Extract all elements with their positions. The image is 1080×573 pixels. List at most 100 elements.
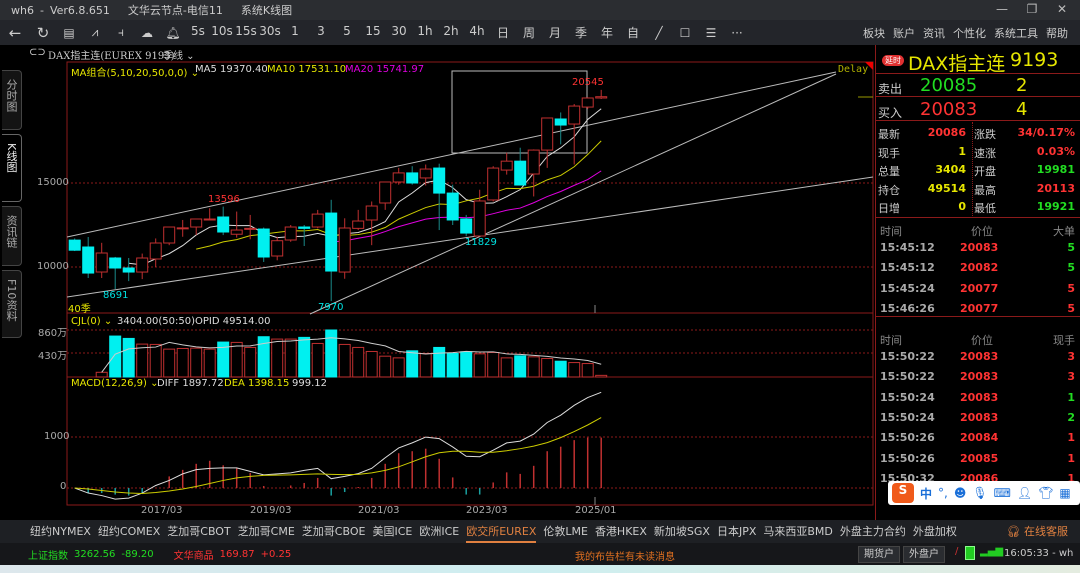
exchange-tab[interactable]: 芝加哥CBOT bbox=[167, 520, 230, 543]
online-support-button[interactable]: 🎧︎ 在线客服 bbox=[1007, 520, 1068, 543]
period-0[interactable]: 5s bbox=[186, 24, 210, 41]
period-1[interactable]: 10s bbox=[210, 24, 234, 41]
kline-chart[interactable] bbox=[23, 45, 875, 520]
exchange-tab[interactable]: 日本JPX bbox=[717, 520, 756, 543]
menu-item[interactable]: 个性化 bbox=[953, 25, 986, 41]
exchange-tab[interactable]: 欧洲ICE bbox=[419, 520, 459, 543]
candle-body bbox=[298, 226, 311, 229]
menu-item[interactable]: 账户 bbox=[893, 25, 915, 41]
exchange-tab[interactable]: 纽约COMEX bbox=[98, 520, 160, 543]
back-icon[interactable]: ← bbox=[0, 24, 30, 42]
signal-icon: ▂▄▆ bbox=[980, 546, 1004, 557]
period-16[interactable]: 年 bbox=[594, 24, 620, 41]
period-3[interactable]: 30s bbox=[258, 24, 282, 41]
period-14[interactable]: 月 bbox=[542, 24, 568, 41]
minimize-button[interactable]: — bbox=[992, 2, 1012, 16]
list-item[interactable]: 15:50:22 20083 3 bbox=[876, 350, 1080, 368]
stat-label: 总量 bbox=[878, 165, 900, 178]
period-2[interactable]: 15s bbox=[234, 24, 258, 41]
stat-row: 现手 1 速涨 0.03% bbox=[876, 145, 1080, 163]
close-button[interactable]: ✕ bbox=[1052, 2, 1072, 16]
exchange-tab[interactable]: 马来西亚BMD bbox=[763, 520, 833, 543]
maximize-button[interactable]: ❐ bbox=[1022, 2, 1042, 16]
period-9[interactable]: 1h bbox=[412, 24, 438, 41]
apps-icon[interactable]: ▦ bbox=[1059, 486, 1070, 500]
menu-item[interactable]: 资讯 bbox=[923, 25, 945, 41]
exchange-tab[interactable]: 新加坡SGX bbox=[654, 520, 710, 543]
ime-punct-toggle[interactable]: °, bbox=[938, 486, 948, 500]
list-item[interactable]: 15:50:24 20083 2 bbox=[876, 411, 1080, 429]
draw-line-icon[interactable]: ╱ bbox=[646, 26, 672, 40]
cloud-icon[interactable]: ☁ bbox=[134, 26, 160, 40]
list-item[interactable]: 15:45:12 20082 5 bbox=[876, 261, 1080, 279]
menu-item[interactable]: 板块 bbox=[863, 25, 885, 41]
refresh-icon[interactable]: ↻ bbox=[30, 24, 56, 42]
more-button[interactable]: ··· bbox=[724, 26, 750, 40]
table-icon[interactable]: ▤ bbox=[56, 26, 82, 40]
keyboard-icon[interactable]: ⌨ bbox=[994, 486, 1011, 500]
period-11[interactable]: 4h bbox=[464, 24, 490, 41]
ime-language-toggle[interactable]: 中 bbox=[920, 485, 932, 502]
big-trades-list[interactable]: 时间 价位 大单 15:45:12 20083 5 15:45:12 20082 5 15:45:… bbox=[876, 219, 1080, 317]
microphone-icon[interactable]: 🎙︎ bbox=[972, 486, 987, 500]
rectangle-drawing[interactable] bbox=[451, 70, 588, 154]
period-6[interactable]: 5 bbox=[334, 24, 360, 41]
tab-news-chain[interactable]: 资讯链 bbox=[2, 206, 22, 266]
tab-f10[interactable]: F10资料 bbox=[2, 270, 22, 338]
volume-bar bbox=[446, 353, 459, 378]
period-13[interactable]: 周 bbox=[516, 24, 542, 41]
list-item[interactable]: 15:45:24 20077 5 bbox=[876, 282, 1080, 300]
cjl-indicator-label[interactable]: CJL(0) ⌄ bbox=[71, 316, 112, 327]
ma20-value: MA20 15741.97 bbox=[345, 64, 425, 75]
list-item[interactable]: 15:50:26 20084 1 bbox=[876, 431, 1080, 449]
foreign-account-button[interactable]: 外盘户 bbox=[903, 546, 945, 563]
trade-time: 15:50:26 bbox=[880, 451, 935, 465]
futures-account-button[interactable]: 期货户 bbox=[858, 546, 900, 563]
bell-icon[interactable]: 🔔︎ bbox=[160, 26, 186, 40]
tab-kline-chart[interactable]: K线图 bbox=[2, 134, 22, 202]
period-10[interactable]: 2h bbox=[438, 24, 464, 41]
period-4[interactable]: 1 bbox=[282, 24, 308, 41]
period-8[interactable]: 30 bbox=[386, 24, 412, 41]
exchange-tab[interactable]: 香港HKEX bbox=[595, 520, 647, 543]
ma5-value: MA5 19370.40 bbox=[195, 64, 268, 75]
candle-body bbox=[595, 96, 608, 99]
candle-body bbox=[109, 257, 122, 269]
list-item[interactable]: 15:46:26 20077 5 bbox=[876, 302, 1080, 320]
skin-icon[interactable]: 👕︎ bbox=[1038, 486, 1053, 500]
period-12[interactable]: 日 bbox=[490, 24, 516, 41]
exchange-tab[interactable]: 外盘主力合约 bbox=[840, 520, 906, 543]
exchange-tab[interactable]: 美国ICE bbox=[372, 520, 412, 543]
list-item[interactable]: 15:50:26 20085 1 bbox=[876, 452, 1080, 470]
menu-item[interactable]: 系统工具 bbox=[994, 25, 1038, 41]
menu-item[interactable]: 帮助 bbox=[1046, 25, 1068, 41]
exchange-tab[interactable]: 芝加哥CME bbox=[238, 520, 295, 543]
list-item[interactable]: 15:45:12 20083 5 bbox=[876, 241, 1080, 259]
period-17[interactable]: 自 bbox=[620, 24, 646, 41]
exchange-tab[interactable]: 欧交所EUREX bbox=[466, 520, 537, 543]
line-chart-icon[interactable]: ⩘ bbox=[82, 25, 108, 40]
candle-icon[interactable]: ⫞ bbox=[108, 25, 134, 40]
user-icon[interactable]: 👤︎ bbox=[1017, 486, 1032, 500]
exchange-tab[interactable]: 外盘加权 bbox=[913, 520, 957, 543]
list-item[interactable]: 15:50:24 20083 1 bbox=[876, 391, 1080, 409]
notice-link[interactable]: 我的布告栏有未读消息 bbox=[575, 548, 675, 563]
text-icon[interactable]: ☰ bbox=[698, 26, 724, 40]
candle-body bbox=[325, 212, 338, 272]
period-15[interactable]: 季 bbox=[568, 24, 594, 41]
rectangle-icon[interactable]: ☐ bbox=[672, 26, 698, 40]
tick-list[interactable]: 时间 价位 现手 15:50:22 20083 3 15:50:22 20083 3 15:50:… bbox=[876, 328, 1080, 488]
volume-bar bbox=[311, 342, 324, 378]
macd-indicator-label[interactable]: MACD(12,26,9) ⌄ bbox=[71, 378, 159, 389]
ma-indicator-label[interactable]: MA组合(5,10,20,50,0,0) ⌄ bbox=[71, 64, 199, 79]
candle bbox=[217, 206, 230, 236]
delay-label: Delay bbox=[838, 64, 869, 75]
exchange-tab[interactable]: 伦敦LME bbox=[543, 520, 588, 543]
exchange-tab[interactable]: 芝加哥CBOE bbox=[302, 520, 366, 543]
exchange-tab[interactable]: 纽约NYMEX bbox=[30, 520, 91, 543]
list-item[interactable]: 15:50:22 20083 3 bbox=[876, 370, 1080, 388]
emoji-icon[interactable]: ☻ bbox=[954, 486, 967, 500]
period-5[interactable]: 3 bbox=[308, 24, 334, 41]
tab-time-chart[interactable]: 分时图 bbox=[2, 70, 22, 130]
period-7[interactable]: 15 bbox=[360, 24, 386, 41]
